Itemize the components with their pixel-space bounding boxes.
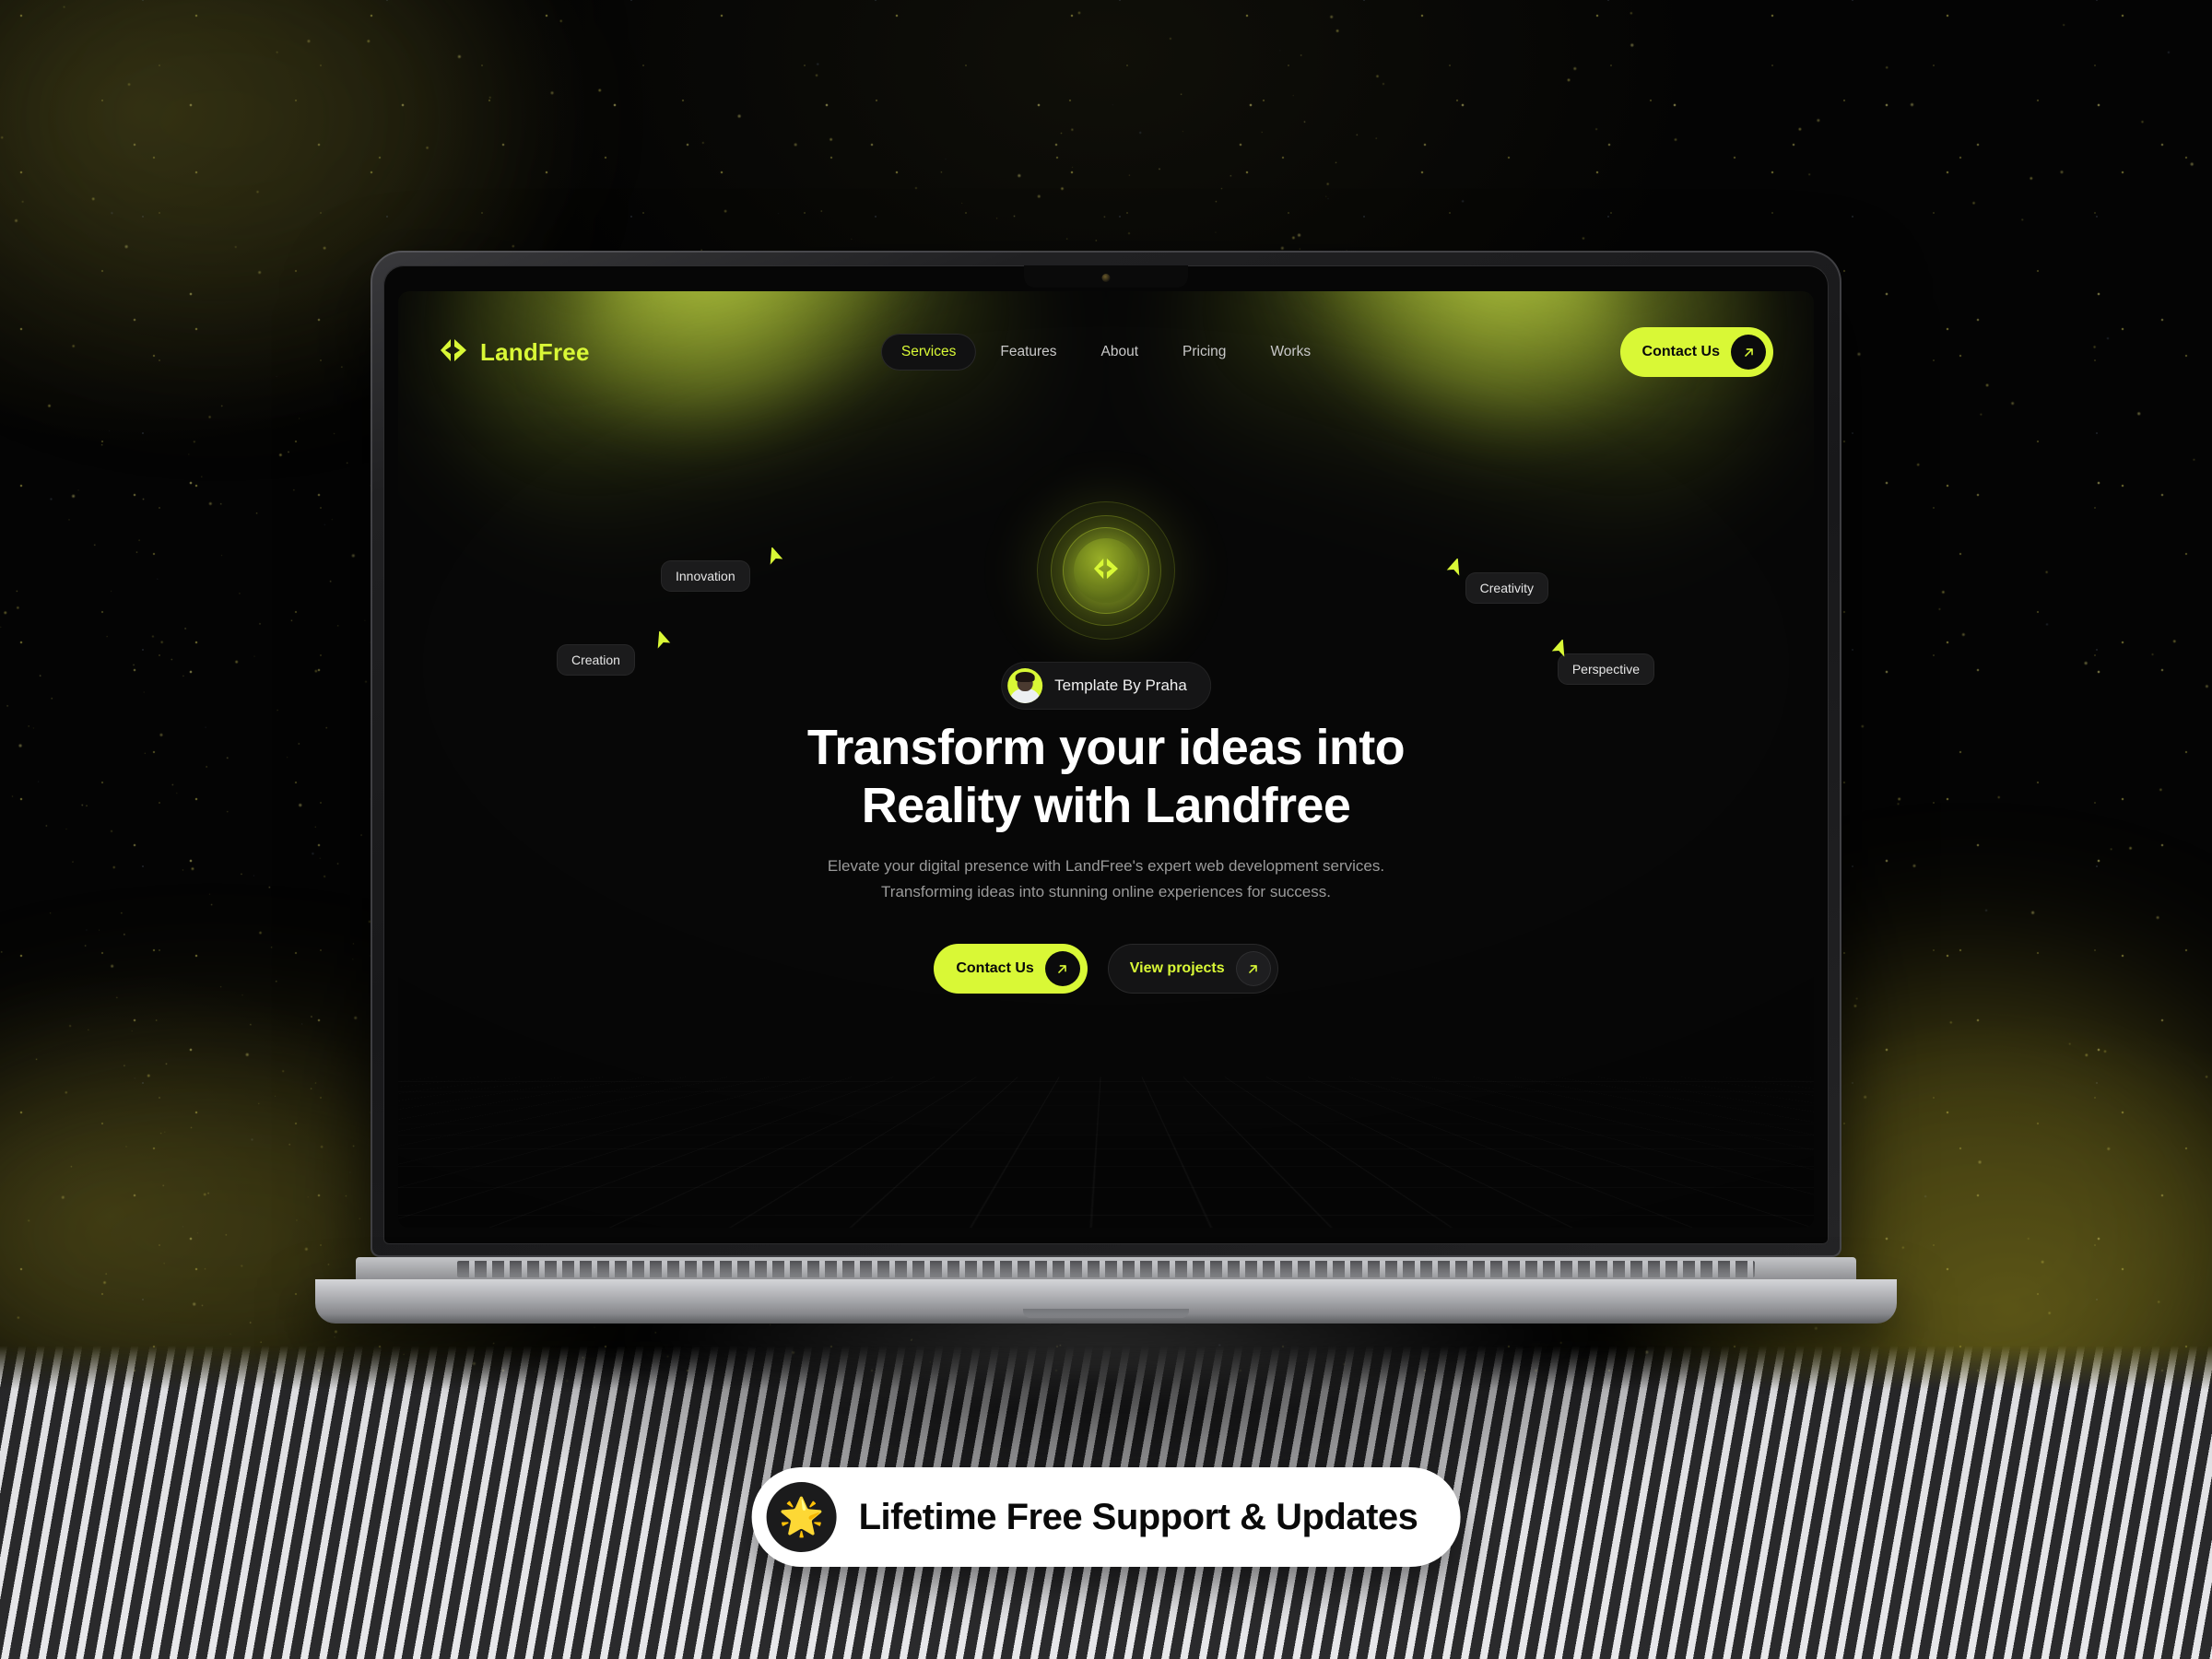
page-title: Transform your ideas into Reality with L… (398, 719, 1814, 834)
hero-view-projects-label: View projects (1129, 960, 1225, 976)
webcam-icon (1101, 274, 1111, 282)
brand-name: LandFree (480, 337, 590, 366)
double-chevron-logo-icon (1092, 557, 1120, 585)
tag-perspective[interactable]: Perspective (1557, 653, 1654, 685)
brand-logo[interactable]: LandFree (439, 337, 590, 368)
laptop-mockup: LandFree Services Features About Pricing… (205, 251, 2007, 1405)
laptop-base-body (315, 1279, 1897, 1324)
nav-link-pricing[interactable]: Pricing (1162, 334, 1246, 371)
tag-creation[interactable]: Creation (557, 644, 635, 676)
arrow-up-right-icon (1044, 951, 1080, 986)
headline-line-1: Transform your ideas into (806, 720, 1406, 775)
laptop-base (205, 1257, 2007, 1405)
nav-link-works[interactable]: Works (1250, 334, 1331, 371)
nav-link-services[interactable]: Services (880, 334, 977, 371)
laptop-lid: LandFree Services Features About Pricing… (371, 251, 1841, 1257)
hero-section: Innovation Creativity Creation Perspecti… (398, 402, 1814, 1228)
subtitle-line-1: Elevate your digital presence with LandF… (827, 857, 1385, 875)
laptop-keyboard-deck (356, 1257, 1856, 1281)
laptop-lid-grip (1023, 1309, 1189, 1318)
subtitle-line-2: Transforming ideas into stunning online … (881, 882, 1331, 900)
website-screen: LandFree Services Features About Pricing… (398, 291, 1814, 1228)
arrow-up-right-icon (1235, 951, 1271, 986)
nav-contact-us-button[interactable]: Contact Us (1619, 327, 1773, 377)
glowing-star-icon: 🌟 (766, 1482, 837, 1552)
keyboard-keys (457, 1261, 1755, 1277)
author-badge[interactable]: Template By Praha (1001, 662, 1211, 710)
author-name: Template By Praha (1054, 677, 1187, 694)
hero-cta-row: Contact Us View projects (398, 944, 1814, 994)
nav-contact-us-label: Contact Us (1641, 344, 1720, 359)
tag-innovation[interactable]: Innovation (661, 560, 750, 592)
nav-links: Services Features About Pricing Works (880, 334, 1331, 371)
hero-contact-us-button[interactable]: Contact Us (934, 944, 1088, 994)
arrow-up-right-icon (1731, 335, 1766, 370)
lifetime-support-banner[interactable]: 🌟 Lifetime Free Support & Updates (751, 1467, 1461, 1567)
banner-text: Lifetime Free Support & Updates (858, 1496, 1418, 1537)
double-chevron-logo-icon (439, 337, 468, 368)
avatar (1007, 668, 1043, 703)
hero-view-projects-button[interactable]: View projects (1107, 944, 1278, 994)
laptop-bezel: LandFree Services Features About Pricing… (383, 265, 1829, 1244)
hero-subtitle: Elevate your digital presence with LandF… (398, 853, 1814, 904)
hero-contact-us-label: Contact Us (956, 960, 1034, 976)
nav-link-about[interactable]: About (1081, 334, 1159, 371)
tag-creativity[interactable]: Creativity (1465, 572, 1548, 604)
nav-link-features[interactable]: Features (980, 334, 1077, 371)
headline-line-2: Reality with Landfree (861, 777, 1351, 833)
site-navbar: LandFree Services Features About Pricing… (398, 324, 1814, 380)
scene: LandFree Services Features About Pricing… (0, 0, 2212, 1659)
orb-core (1074, 538, 1138, 603)
hero-logo-orb (1000, 465, 1212, 677)
